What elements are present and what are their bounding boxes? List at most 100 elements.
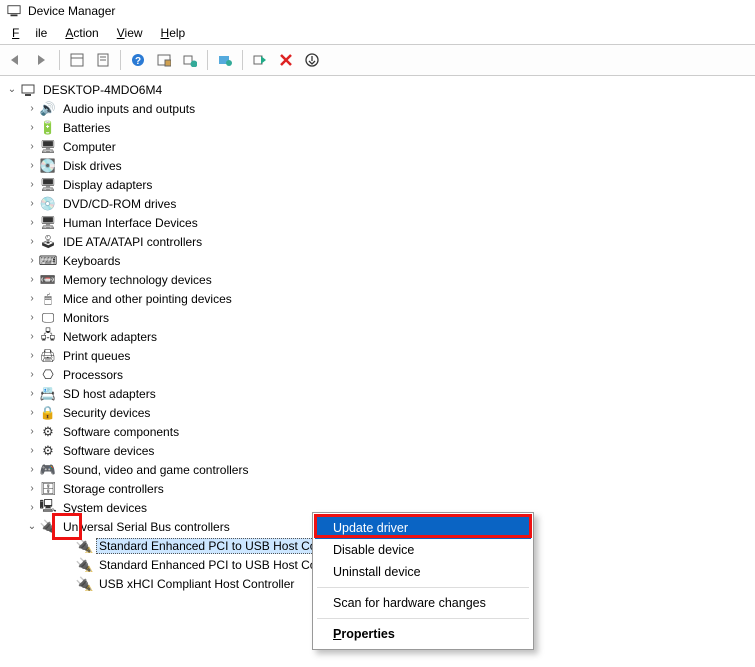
- expand-icon[interactable]: ›: [26, 141, 38, 153]
- category-label[interactable]: Universal Serial Bus controllers: [60, 519, 233, 535]
- context-menu: Update driverDisable deviceUninstall dev…: [312, 512, 534, 650]
- menu-action[interactable]: Action: [57, 24, 106, 42]
- tree-category[interactable]: ›🖥Display adapters: [2, 175, 753, 194]
- device-tree[interactable]: ⌄ DESKTOP-4MDO6M4 ›🔊Audio inputs and out…: [0, 76, 755, 597]
- tree-category[interactable]: ›📇SD host adapters: [2, 384, 753, 403]
- category-label[interactable]: Storage controllers: [60, 481, 167, 497]
- menu-separator: [317, 587, 529, 588]
- scan-button[interactable]: [152, 48, 176, 72]
- tree-category[interactable]: ›🕹IDE ATA/ATAPI controllers: [2, 232, 753, 251]
- category-icon: 🔋: [40, 120, 56, 136]
- expand-icon[interactable]: ›: [26, 274, 38, 286]
- tree-category[interactable]: ›🖱Mice and other pointing devices: [2, 289, 753, 308]
- category-icon: 📼: [40, 272, 56, 288]
- category-label[interactable]: Software components: [60, 424, 182, 440]
- category-label[interactable]: Batteries: [60, 120, 113, 136]
- tree-category[interactable]: ›💿DVD/CD-ROM drives: [2, 194, 753, 213]
- tree-root[interactable]: ⌄ DESKTOP-4MDO6M4: [2, 80, 753, 99]
- context-menu-item[interactable]: Uninstall device: [315, 561, 531, 583]
- category-label[interactable]: SD host adapters: [60, 386, 159, 402]
- category-label[interactable]: Network adapters: [60, 329, 160, 345]
- expand-icon[interactable]: ›: [26, 198, 38, 210]
- properties-button[interactable]: [91, 48, 115, 72]
- expand-icon[interactable]: ›: [26, 464, 38, 476]
- disable-device-button[interactable]: [300, 48, 324, 72]
- category-icon: 🔌: [40, 519, 56, 535]
- tree-category[interactable]: ›🔋Batteries: [2, 118, 753, 137]
- category-label[interactable]: Processors: [60, 367, 126, 383]
- enable-device-button[interactable]: [248, 48, 272, 72]
- menu-file[interactable]: File: [4, 24, 55, 42]
- expand-icon[interactable]: ›: [26, 312, 38, 324]
- help-button[interactable]: ?: [126, 48, 150, 72]
- forward-button[interactable]: [30, 48, 54, 72]
- tree-category[interactable]: ›🖨Print queues: [2, 346, 753, 365]
- show-hidden-button[interactable]: [65, 48, 89, 72]
- expand-icon[interactable]: ›: [26, 426, 38, 438]
- category-label[interactable]: Security devices: [60, 405, 153, 421]
- category-label[interactable]: Memory technology devices: [60, 272, 215, 288]
- context-menu-item[interactable]: Disable device: [315, 539, 531, 561]
- category-label[interactable]: Display adapters: [60, 177, 155, 193]
- menu-view[interactable]: View: [109, 24, 151, 42]
- tree-category[interactable]: ›🖥Computer: [2, 137, 753, 156]
- expand-icon[interactable]: ›: [26, 483, 38, 495]
- category-label[interactable]: DVD/CD-ROM drives: [60, 196, 179, 212]
- tree-category[interactable]: ›⚙Software components: [2, 422, 753, 441]
- expand-icon[interactable]: ›: [26, 179, 38, 191]
- tree-category[interactable]: ›⎔Processors: [2, 365, 753, 384]
- expand-icon[interactable]: ›: [26, 445, 38, 457]
- expand-icon[interactable]: ›: [26, 236, 38, 248]
- tree-category[interactable]: ›🖥Human Interface Devices: [2, 213, 753, 232]
- expand-icon[interactable]: ›: [26, 293, 38, 305]
- expand-icon[interactable]: ›: [26, 350, 38, 362]
- tree-category[interactable]: ›🔒Security devices: [2, 403, 753, 422]
- expand-icon[interactable]: ›: [26, 502, 38, 514]
- category-label[interactable]: Audio inputs and outputs: [60, 101, 198, 117]
- category-label[interactable]: IDE ATA/ATAPI controllers: [60, 234, 205, 250]
- tree-category[interactable]: ›💽Disk drives: [2, 156, 753, 175]
- device-label[interactable]: USB xHCI Compliant Host Controller: [96, 576, 297, 592]
- device-label[interactable]: Standard Enhanced PCI to USB Host Cont: [96, 557, 329, 573]
- context-menu-item[interactable]: Update driver: [315, 517, 531, 539]
- expand-icon[interactable]: ›: [26, 369, 38, 381]
- context-menu-item[interactable]: Properties: [315, 623, 531, 645]
- category-label[interactable]: Human Interface Devices: [60, 215, 201, 231]
- back-button[interactable]: [4, 48, 28, 72]
- collapse-icon[interactable]: ⌄: [6, 84, 18, 96]
- tree-category[interactable]: ›📼Memory technology devices: [2, 270, 753, 289]
- tree-category[interactable]: ›⌨Keyboards: [2, 251, 753, 270]
- context-menu-item[interactable]: Scan for hardware changes: [315, 592, 531, 614]
- tree-category[interactable]: ›🔊Audio inputs and outputs: [2, 99, 753, 118]
- tree-category[interactable]: ›🗄Storage controllers: [2, 479, 753, 498]
- root-label[interactable]: DESKTOP-4MDO6M4: [40, 82, 165, 98]
- category-label[interactable]: Computer: [60, 139, 119, 155]
- expand-icon[interactable]: ›: [26, 122, 38, 134]
- category-icon: 🖧: [40, 329, 56, 345]
- expand-icon[interactable]: ›: [26, 255, 38, 267]
- expand-icon[interactable]: ›: [26, 217, 38, 229]
- uninstall-device-button[interactable]: [274, 48, 298, 72]
- category-label[interactable]: Print queues: [60, 348, 133, 364]
- tree-category[interactable]: ›🖧Network adapters: [2, 327, 753, 346]
- category-label[interactable]: Mice and other pointing devices: [60, 291, 235, 307]
- category-label[interactable]: Disk drives: [60, 158, 125, 174]
- tree-category[interactable]: ›🎮Sound, video and game controllers: [2, 460, 753, 479]
- category-icon: 📇: [40, 386, 56, 402]
- category-label[interactable]: Keyboards: [60, 253, 123, 269]
- category-label[interactable]: Software devices: [60, 443, 157, 459]
- expand-icon[interactable]: ›: [26, 160, 38, 172]
- tree-category[interactable]: ›🖵Monitors: [2, 308, 753, 327]
- category-label[interactable]: Sound, video and game controllers: [60, 462, 251, 478]
- menu-help[interactable]: Help: [153, 24, 194, 42]
- expand-icon[interactable]: ›: [26, 388, 38, 400]
- expand-icon[interactable]: ›: [26, 103, 38, 115]
- collapse-icon[interactable]: ⌄: [26, 521, 38, 533]
- category-label[interactable]: Monitors: [60, 310, 112, 326]
- expand-icon[interactable]: ›: [26, 331, 38, 343]
- add-legacy-button[interactable]: [178, 48, 202, 72]
- tree-category[interactable]: ›⚙Software devices: [2, 441, 753, 460]
- expand-icon[interactable]: ›: [26, 407, 38, 419]
- category-label[interactable]: System devices: [60, 500, 150, 516]
- update-driver-button[interactable]: [213, 48, 237, 72]
